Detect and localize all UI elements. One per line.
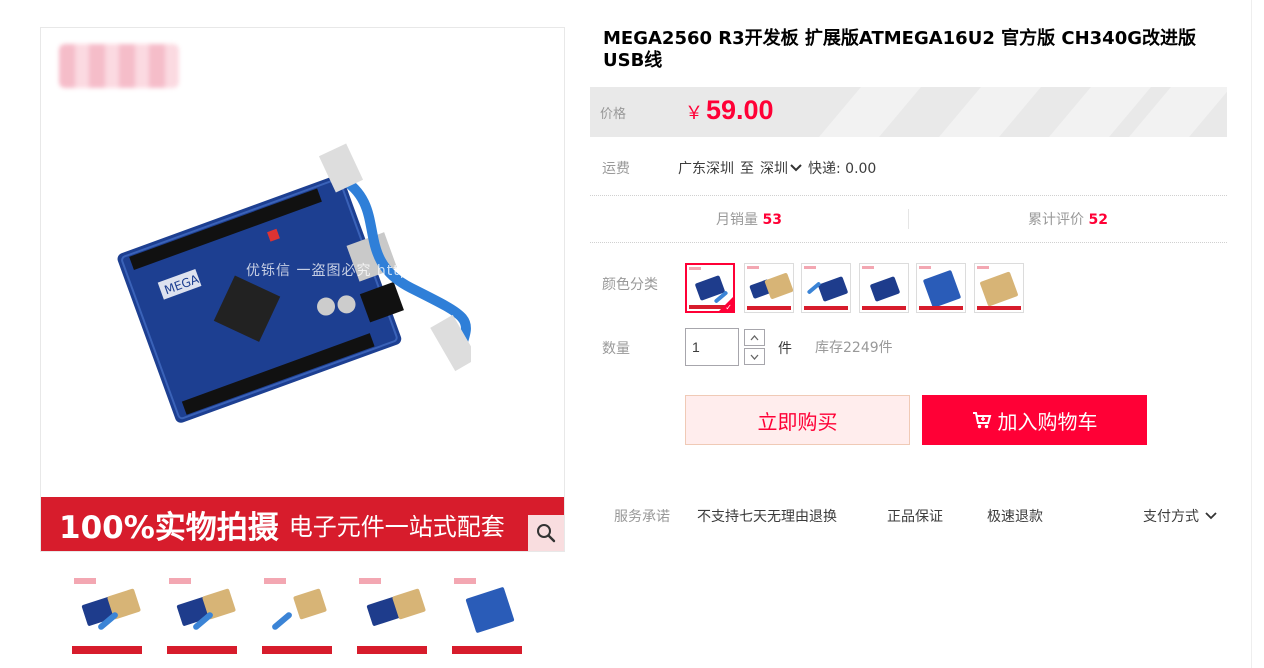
product-title: MEGA2560 R3开发板 扩展版ATMEGA16U2 官方版 CH340G改…: [603, 28, 1196, 71]
banner-sub-text: 电子元件一站式配套: [288, 513, 505, 541]
sales-stats: 月销量 53 累计评价 52: [590, 196, 1227, 242]
chevron-up-icon: [750, 334, 759, 340]
price-amount: 59.00: [706, 95, 774, 125]
sku-option-6[interactable]: [974, 263, 1024, 313]
page-right-border: [1251, 0, 1252, 668]
ship-to-word: 至: [740, 161, 754, 177]
add-to-cart-button[interactable]: 加入购物车: [922, 395, 1147, 445]
express-fee: 快递: 0.00: [808, 161, 877, 177]
currency-symbol: ￥: [685, 103, 703, 124]
stock-count: 库存2249件: [815, 340, 893, 356]
buy-now-button[interactable]: 立即购买: [685, 395, 910, 445]
thumbnail-5[interactable]: [450, 574, 525, 656]
ship-destination-select[interactable]: 深圳: [760, 158, 802, 178]
banner-main-text: 100%实物拍摄: [59, 510, 279, 546]
thumbnail-strip: [70, 574, 525, 656]
main-product-image[interactable]: MEGA 优铄信 一盗图必究 http://ysxem.tmall.com 10…: [40, 27, 565, 552]
chevron-down-icon: [750, 354, 759, 360]
monthly-sales-label: 月销量: [716, 212, 759, 228]
quantity-input[interactable]: 1: [685, 328, 739, 366]
service-item-fast-refund[interactable]: 极速退款: [987, 506, 1043, 526]
reviews-label: 累计评价: [1028, 212, 1085, 228]
service-label: 服务承诺: [614, 509, 670, 525]
service-item-no-return[interactable]: 不支持七天无理由退换: [697, 506, 837, 526]
price-value: ￥ 59.00: [685, 95, 774, 126]
review-count[interactable]: 累计评价 52: [909, 209, 1227, 229]
buy-now-label: 立即购买: [757, 409, 838, 434]
service-item-authentic[interactable]: 正品保证: [887, 506, 943, 526]
zoom-button[interactable]: [528, 515, 564, 551]
sku-option-2[interactable]: [744, 263, 794, 313]
divider: [590, 242, 1227, 243]
shipping-info: 广东深圳 至 深圳 快递: 0.00: [678, 158, 876, 178]
thumbnail-4[interactable]: [355, 574, 430, 656]
ship-destination: 深圳: [760, 161, 788, 177]
quantity-increase-button[interactable]: [744, 329, 765, 346]
blurred-shop-logo: [59, 44, 179, 88]
sku-option-4[interactable]: [859, 263, 909, 313]
monthly-sales-count: 53: [762, 212, 782, 228]
image-watermark: 优铄信 一盗图必究 http://ysxem.tmall.com: [246, 263, 562, 279]
price-label: 价格: [600, 107, 627, 122]
quantity-decrease-button[interactable]: [744, 348, 765, 365]
quantity-unit: 件: [778, 341, 792, 357]
payment-methods-toggle[interactable]: 支付方式: [1143, 506, 1217, 526]
check-icon: ✓: [725, 303, 732, 312]
chevron-down-icon: [1205, 512, 1217, 520]
sku-label: 颜色分类: [602, 277, 658, 293]
search-icon: [537, 524, 556, 543]
price-box: 价格 ￥ 59.00: [590, 87, 1227, 137]
chevron-down-icon: [790, 164, 802, 172]
payment-label: 支付方式: [1143, 509, 1199, 525]
sku-option-1[interactable]: ✓: [685, 263, 735, 313]
sku-option-3[interactable]: [801, 263, 851, 313]
reviews-count: 52: [1088, 212, 1108, 228]
product-photo: MEGA: [117, 143, 471, 423]
cart-icon: [972, 412, 991, 429]
quantity-label: 数量: [602, 341, 630, 357]
thumbnail-2[interactable]: [165, 574, 240, 656]
add-to-cart-label: 加入购物车: [997, 409, 1098, 434]
real-photo-banner: 100%实物拍摄 电子元件一站式配套: [41, 497, 564, 551]
shipping-label: 运费: [602, 161, 630, 177]
ship-from: 广东深圳: [678, 161, 734, 177]
sku-option-5[interactable]: [916, 263, 966, 313]
thumbnail-1[interactable]: [70, 574, 145, 656]
thumbnail-3[interactable]: [260, 574, 335, 656]
monthly-sales: 月销量 53: [590, 209, 908, 229]
